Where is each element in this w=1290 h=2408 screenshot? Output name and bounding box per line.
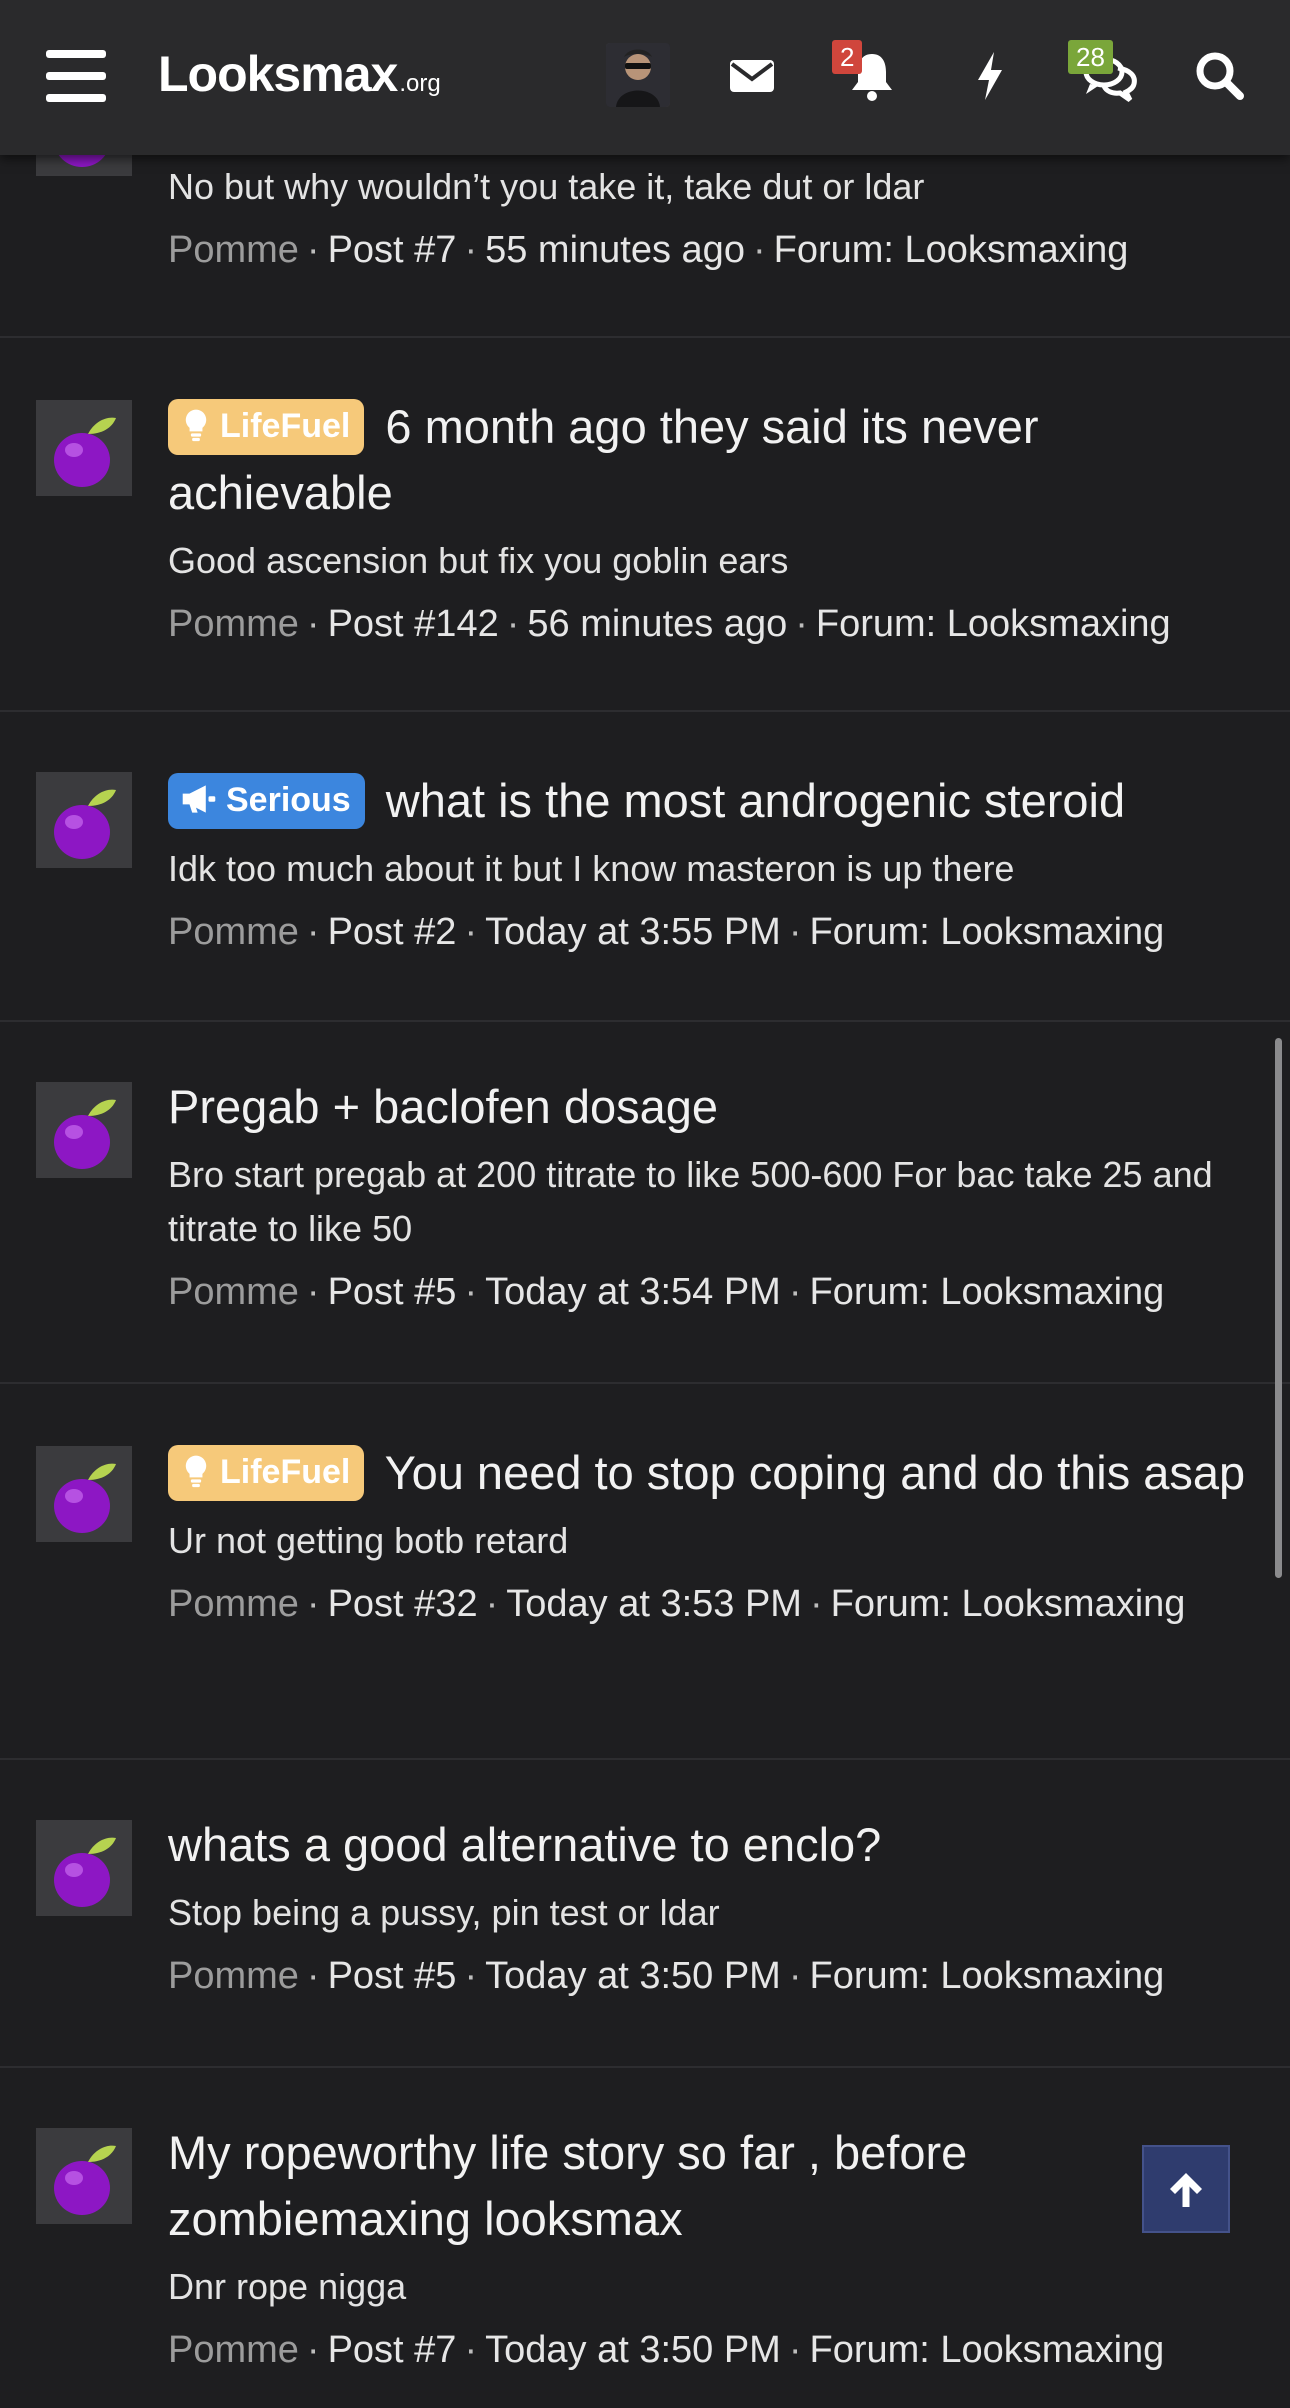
thread-title[interactable]: Pregab + baclofen dosage [168,1074,1253,1140]
avatar[interactable] [36,1446,132,1542]
post-snippet[interactable]: Dnr rope nigga [168,2260,1253,2314]
arrow-up-icon [1170,2173,1202,2207]
post-forum[interactable]: Forum: Looksmaxing [810,1955,1165,1997]
site-logo[interactable]: Looksmax.org [158,45,441,105]
prefix-label: LifeFuel [220,1453,351,1491]
avatar[interactable] [36,1082,132,1178]
avatar[interactable] [36,772,132,868]
post-meta: Pomme · Post #2 · Today at 3:55 PM · Forum: Lo… [168,911,1165,953]
post-meta: Pomme · Post #142 · 56 minutes ago · Forum: Lo… [168,603,1171,645]
prefix-label: Serious [226,781,351,819]
post-number[interactable]: Post #32 [328,1583,478,1625]
thread-title[interactable]: My ropeworthy life story so far , before… [168,2120,1253,2252]
list-item[interactable]: My ropeworthy life story so far , before… [0,2068,1290,2408]
post-snippet[interactable]: Idk too much about it but I know mastero… [168,842,1253,896]
post-author[interactable]: Pomme [168,1955,299,1997]
alerts-badge[interactable]: 2 [832,40,863,74]
post-number[interactable]: Post #5 [328,1955,457,1997]
post-forum[interactable]: Forum: Looksmaxing [810,1271,1165,1313]
post-snippet[interactable]: No but why wouldn’t you take it, take du… [168,160,1253,214]
post-meta: Pomme · Post #5 · Today at 3:54 PM · Forum: Lo… [168,1271,1165,1313]
user-avatar[interactable] [606,43,670,107]
list-item[interactable]: Pregab + baclofen dosage Bro start prega… [0,1022,1290,1384]
inbox-icon[interactable] [720,44,784,108]
thread-title-text[interactable]: whats a good alternative to enclo? [168,1818,881,1871]
list-item[interactable]: LifeFuel 6 month ago they said its never… [0,338,1290,712]
post-forum[interactable]: Forum: Looksmaxing [810,911,1165,953]
thread-title[interactable]: LifeFuel You need to stop coping and do … [168,1440,1253,1506]
post-number[interactable]: Post #7 [328,2329,457,2371]
thread-title-text[interactable]: You need to stop coping and do this asap [385,1446,1246,1499]
post-author[interactable]: Pomme [168,1583,299,1625]
post-author[interactable]: Pomme [168,2329,299,2371]
post-meta: Pomme · Post #5 · Today at 3:50 PM · Forum: Lo… [168,1955,1165,1997]
logo-text: Looksmax [158,46,398,102]
page-scrollbar[interactable] [1275,1038,1282,1578]
post-meta: Pomme · Post #7 · 55 minutes ago · Forum: Look… [168,229,1129,271]
lightbulb-icon [185,409,207,442]
post-author[interactable]: Pomme [168,603,299,645]
post-number[interactable]: Post #2 [328,911,457,953]
megaphone-icon [182,785,216,813]
thread-title-text[interactable]: My ropeworthy life story so far , before… [168,2126,967,2245]
post-meta: Pomme · Post #32 · Today at 3:53 PM · Forum: L… [168,1583,1186,1625]
thread-title[interactable]: Serious what is the most androgenic ster… [168,768,1253,834]
list-item[interactable]: Serious what is the most androgenic ster… [0,712,1290,1022]
list-item[interactable]: LifeFuel You need to stop coping and do … [0,1384,1290,1760]
logo-tld: .org [399,70,441,97]
thread-title-text[interactable]: Pregab + baclofen dosage [168,1080,718,1133]
prefix-lifefuel[interactable]: LifeFuel [168,1445,365,1501]
top-navbar: Looksmax.org 2 28 [0,0,1290,155]
post-author[interactable]: Pomme [168,229,299,271]
avatar[interactable] [36,1820,132,1916]
thread-title[interactable]: LifeFuel 6 month ago they said its never… [168,394,1253,526]
avatar[interactable] [36,400,132,496]
post-time: Today at 3:54 PM [485,1271,781,1313]
post-number[interactable]: Post #7 [328,229,457,271]
post-time: Today at 3:50 PM [485,1955,781,1997]
post-snippet[interactable]: Ur not getting botb retard [168,1514,1253,1568]
post-forum[interactable]: Forum: Looksmaxing [774,229,1129,271]
post-snippet[interactable]: Bro start pregab at 200 titrate to like … [168,1148,1253,1256]
post-snippet[interactable]: Stop being a pussy, pin test or ldar [168,1886,1253,1940]
list-item[interactable]: whats a good alternative to enclo? Stop … [0,1760,1290,2068]
post-forum[interactable]: Forum: Looksmaxing [810,2329,1165,2371]
post-number[interactable]: Post #5 [328,1271,457,1313]
post-time: 56 minutes ago [527,603,788,645]
prefix-lifefuel[interactable]: LifeFuel [168,399,365,455]
post-time: Today at 3:53 PM [506,1583,802,1625]
back-to-top-button[interactable] [1142,2145,1230,2233]
post-author[interactable]: Pomme [168,911,299,953]
thread-title-text[interactable]: what is the most androgenic steroid [386,774,1125,827]
post-time: 55 minutes ago [485,229,745,271]
post-meta: Pomme · Post #7 · Today at 3:50 PM · Forum: Lo… [168,2329,1165,2371]
post-number[interactable]: Post #142 [328,603,499,645]
menu-icon[interactable] [46,50,106,102]
post-author[interactable]: Pomme [168,1271,299,1313]
prefix-serious[interactable]: Serious [168,773,365,829]
avatar[interactable] [36,2128,132,2224]
post-time: Today at 3:50 PM [485,2329,781,2371]
post-snippet[interactable]: Good ascension but fix you goblin ears [168,534,1253,588]
prefix-label: LifeFuel [220,407,351,445]
thread-title[interactable]: whats a good alternative to enclo? [168,1812,1253,1878]
post-time: Today at 3:55 PM [485,911,781,953]
post-forum[interactable]: Forum: Looksmaxing [816,603,1171,645]
post-forum[interactable]: Forum: Looksmaxing [831,1583,1186,1625]
lightbulb-icon [185,1455,207,1488]
search-icon[interactable] [1188,44,1252,108]
conversations-badge[interactable]: 28 [1068,40,1113,74]
lightning-icon[interactable] [958,44,1022,108]
